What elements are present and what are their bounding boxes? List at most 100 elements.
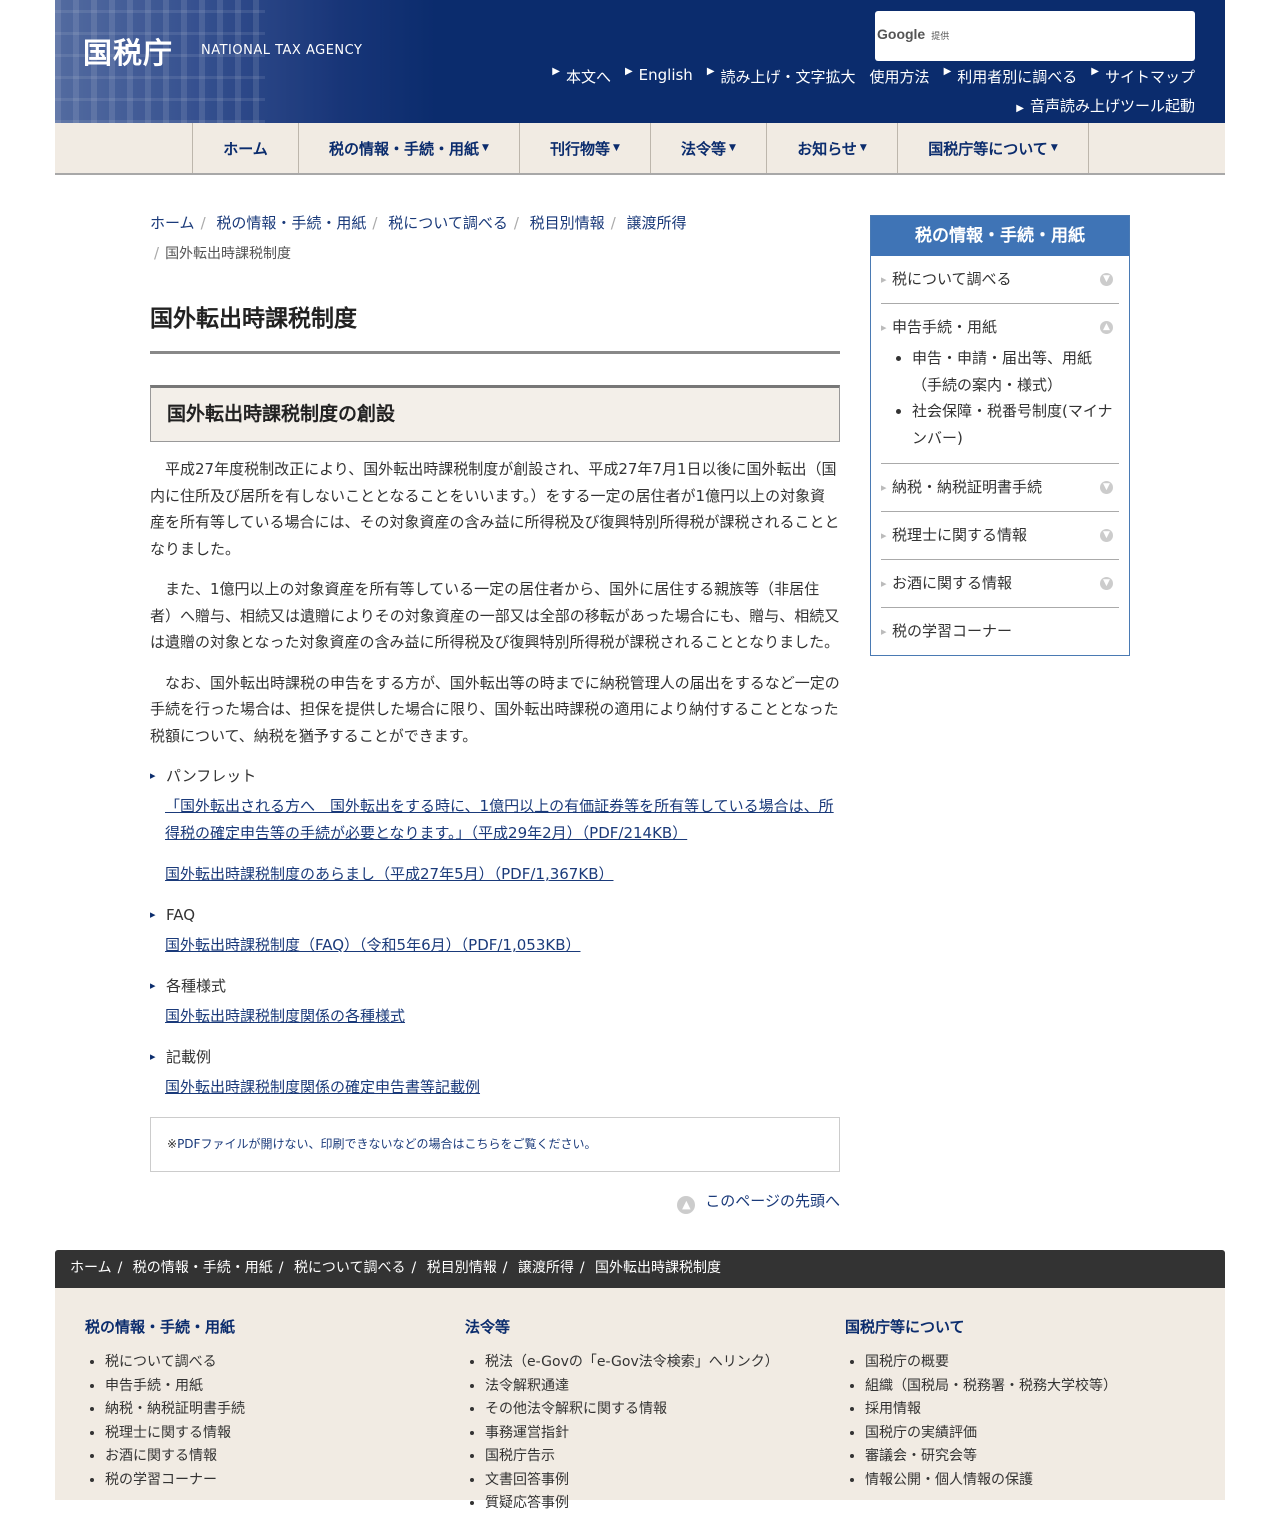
sidebar-item-tax-accountant[interactable]: 税理士に関する情報▼ (881, 512, 1119, 560)
sidebar-item-filing[interactable]: 申告手続・用紙▲ 申告・申請・届出等、用紙（手続の案内・様式） 社会保障・税番号… (881, 304, 1119, 464)
footer-link[interactable]: 税について調べる (105, 1351, 245, 1375)
footer-link[interactable]: 情報公開・個人情報の保護 (865, 1469, 1117, 1493)
breadcrumb-tax-items[interactable]: 税目別情報 (530, 214, 605, 232)
page-top-link[interactable]: ▲ このページの先頭へ (150, 1190, 840, 1214)
site-footer: 税の情報・手続・用紙 税について調べる 申告手続・用紙 納税・納税証明書手続 税… (55, 1288, 1225, 1511)
footer-link[interactable]: 組織（国税局・税務署・税務大学校等） (865, 1375, 1117, 1399)
util-link-by-user[interactable]: 利用者別に調べる (957, 66, 1077, 87)
footer-breadcrumb-current: 国外転出時課税制度 (595, 1260, 722, 1276)
expand-icon: ▼ (1100, 529, 1113, 542)
footer-breadcrumb-transfer-income[interactable]: 譲渡所得 (518, 1260, 574, 1276)
pdf-help-note: ※PDFファイルが開けない、印刷できないなどの場合はこちらをご覧ください。 (150, 1117, 840, 1172)
faq-link[interactable]: 国外転出時課税制度（FAQ）（令和5年6月）（PDF/1,053KB） (150, 932, 840, 959)
footer-col-title[interactable]: 法令等 (465, 1316, 779, 1337)
site-header: 国税庁 NATIONAL TAX AGENCY Google 提供 ▶ 本文へ ▶ E… (55, 0, 1225, 123)
examples-heading: 記載例 (150, 1044, 840, 1070)
breadcrumb-home[interactable]: ホーム (150, 214, 195, 232)
intro-paragraph-3: なお、国外転出時課税の申告をする方が、国外転出等の時までに納税管理人の届出をする… (150, 673, 840, 745)
footer-link[interactable]: 事務運営指針 (485, 1422, 779, 1446)
util-link-usage[interactable]: 使用方法 (870, 66, 930, 87)
forms-link[interactable]: 国外転出時課税制度関係の各種様式 (150, 1003, 840, 1030)
nav-about[interactable]: 国税庁等について ▼ (898, 123, 1089, 173)
breadcrumb-transfer-income[interactable]: 譲渡所得 (627, 214, 687, 232)
footer-breadcrumb-tax-research[interactable]: 税について調べる (294, 1260, 406, 1276)
page-title: 国外転出時課税制度 (150, 299, 840, 354)
nav-tax-info[interactable]: 税の情報・手続・用紙 ▼ (299, 123, 520, 173)
voice-tool-link[interactable]: ▶ 音声読み上げツール起動 (1016, 95, 1195, 116)
sidebar-subitem-mynumber[interactable]: 社会保障・税番号制度(マイナンバー) (912, 398, 1119, 451)
footer-breadcrumb-tax-items[interactable]: 税目別情報 (427, 1260, 497, 1276)
caret-down-icon: ▼ (729, 143, 736, 153)
pamphlet-heading: パンフレット (150, 763, 840, 789)
nav-notices[interactable]: お知らせ ▼ (767, 123, 898, 173)
footer-link[interactable]: 採用情報 (865, 1398, 1117, 1422)
collapse-icon: ▲ (1100, 321, 1113, 334)
arrow-right-icon: ▶ (706, 66, 715, 77)
sidebar-item-learning[interactable]: 税の学習コーナー (881, 608, 1119, 655)
breadcrumb-tax-research[interactable]: 税について調べる (388, 214, 508, 232)
intro-paragraph-2: また、1億円以上の対象資産を所有等している一定の居住者から、国外に居住する親族等… (150, 580, 840, 651)
sidebar-item-payment[interactable]: 納税・納税証明書手続▼ (881, 464, 1119, 512)
expand-icon: ▼ (1100, 481, 1113, 494)
main-content: ホーム / 税の情報・手続・用紙 / 税について調べる / 税目別情報 / 譲渡所得 /… (150, 208, 840, 1214)
util-link-sitemap[interactable]: サイトマップ (1105, 66, 1195, 87)
faq-heading: FAQ (150, 902, 840, 928)
expand-icon: ▼ (1100, 577, 1113, 590)
footer-breadcrumb: ホーム / 税の情報・手続・用紙 / 税について調べる / 税目別情報 / 譲渡所得 / … (55, 1250, 1225, 1288)
footer-link[interactable]: その他法令解釈に関する情報 (485, 1398, 779, 1422)
forms-heading: 各種様式 (150, 973, 840, 999)
footer-col-title[interactable]: 国税庁等について (845, 1316, 1117, 1337)
footer-breadcrumb-home[interactable]: ホーム (70, 1260, 112, 1276)
footer-breadcrumb-tax-info[interactable]: 税の情報・手続・用紙 (133, 1260, 273, 1276)
sidebar-subitem-forms[interactable]: 申告・申請・届出等、用紙（手続の案内・様式） (912, 345, 1119, 398)
footer-col-tax-info: 税の情報・手続・用紙 税について調べる 申告手続・用紙 納税・納税証明書手続 税… (85, 1316, 245, 1492)
arrow-right-icon: ▶ (552, 66, 560, 77)
utility-nav: ▶ 本文へ ▶ English ▶ 読み上げ・文字拡大 使用方法 ▶ 利用者別に調べる … (538, 66, 1195, 87)
breadcrumb-current: 国外転出時課税制度 (165, 246, 292, 262)
sidebar: 税の情報・手続・用紙 税について調べる▼ 申告手続・用紙▲ 申告・申請・届出等、… (870, 215, 1130, 656)
footer-col-title[interactable]: 税の情報・手続・用紙 (85, 1316, 245, 1337)
examples-link[interactable]: 国外転出時課税制度関係の確定申告書等記載例 (150, 1074, 840, 1101)
google-search-brand: Google 提供 (877, 26, 950, 42)
caret-down-icon: ▼ (1050, 143, 1058, 153)
arrow-right-icon: ▶ (943, 66, 952, 77)
site-logo-english: NATIONAL TAX AGENCY (201, 43, 363, 58)
caret-down-icon: ▼ (859, 143, 867, 153)
breadcrumb-tax-info[interactable]: 税の情報・手続・用紙 (216, 214, 366, 232)
pamphlet-link-2[interactable]: 国外転出時課税制度のあらまし（平成27年5月）（PDF/1,367KB） (150, 861, 840, 888)
footer-col-about: 国税庁等について 国税庁の概要 組織（国税局・税務署・税務大学校等） 採用情報 … (845, 1316, 1117, 1492)
arrow-up-icon: ▲ (677, 1196, 696, 1214)
sidebar-title: 税の情報・手続・用紙 (871, 216, 1129, 256)
footer-link[interactable]: 申告手続・用紙 (105, 1375, 245, 1399)
nav-laws[interactable]: 法令等 ▼ (651, 123, 767, 173)
global-nav: ホーム 税の情報・手続・用紙 ▼ 刊行物等 ▼ 法令等 ▼ お知らせ ▼ 国税庁等につい… (55, 123, 1225, 175)
footer-link[interactable]: 審議会・研究会等 (865, 1445, 1117, 1469)
sidebar-submenu: 申告・申請・届出等、用紙（手続の案内・様式） 社会保障・税番号制度(マイナンバー… (892, 345, 1119, 463)
footer-link[interactable]: 質疑応答事例 (485, 1492, 779, 1516)
search-input[interactable]: Google 提供 (875, 11, 1195, 61)
footer-link[interactable]: 納税・納税証明書手続 (105, 1398, 245, 1422)
sidebar-item-tax-research[interactable]: 税について調べる▼ (881, 256, 1119, 304)
site-logo[interactable]: 国税庁 (83, 30, 173, 72)
footer-link[interactable]: 文書回答事例 (485, 1469, 779, 1493)
sidebar-item-liquor[interactable]: お酒に関する情報▼ (881, 560, 1119, 608)
nav-home[interactable]: ホーム (193, 123, 299, 173)
footer-link[interactable]: お酒に関する情報 (105, 1445, 245, 1469)
pamphlet-link-1[interactable]: 「国外転出される方へ 国外転出をする時に、1億円以上の有価証券等を所有等している… (150, 793, 840, 847)
footer-link[interactable]: 税の学習コーナー (105, 1469, 245, 1493)
footer-link[interactable]: 税理士に関する情報 (105, 1422, 245, 1446)
footer-link[interactable]: 法令解釈通達 (485, 1375, 779, 1399)
util-link-readaloud[interactable]: 読み上げ・文字拡大 (721, 66, 856, 87)
nav-publications[interactable]: 刊行物等 ▼ (520, 123, 651, 173)
util-link-main-content[interactable]: 本文へ (566, 66, 611, 87)
caret-down-icon: ▼ (482, 143, 489, 153)
footer-link[interactable]: 国税庁の概要 (865, 1351, 1117, 1375)
intro-paragraph-1: 平成27年度税制改正により、国外転出時課税制度が創設され、平成27年7月1日以後… (150, 460, 840, 558)
pdf-help-link[interactable]: PDFファイルが開けない、印刷できないなどの場合はこちらをご覧ください。 (177, 1137, 596, 1151)
arrow-right-icon: ▶ (624, 66, 633, 77)
util-link-english[interactable]: English (639, 66, 693, 87)
footer-link[interactable]: 国税庁の実績評価 (865, 1422, 1117, 1446)
footer-link[interactable]: 国税庁告示 (485, 1445, 779, 1469)
footer-link[interactable]: 税法（e-Govの「e-Gov法令検索」へリンク） (485, 1351, 779, 1375)
breadcrumb: ホーム / 税の情報・手続・用紙 / 税について調べる / 税目別情報 / 譲渡所得 /… (150, 214, 687, 262)
